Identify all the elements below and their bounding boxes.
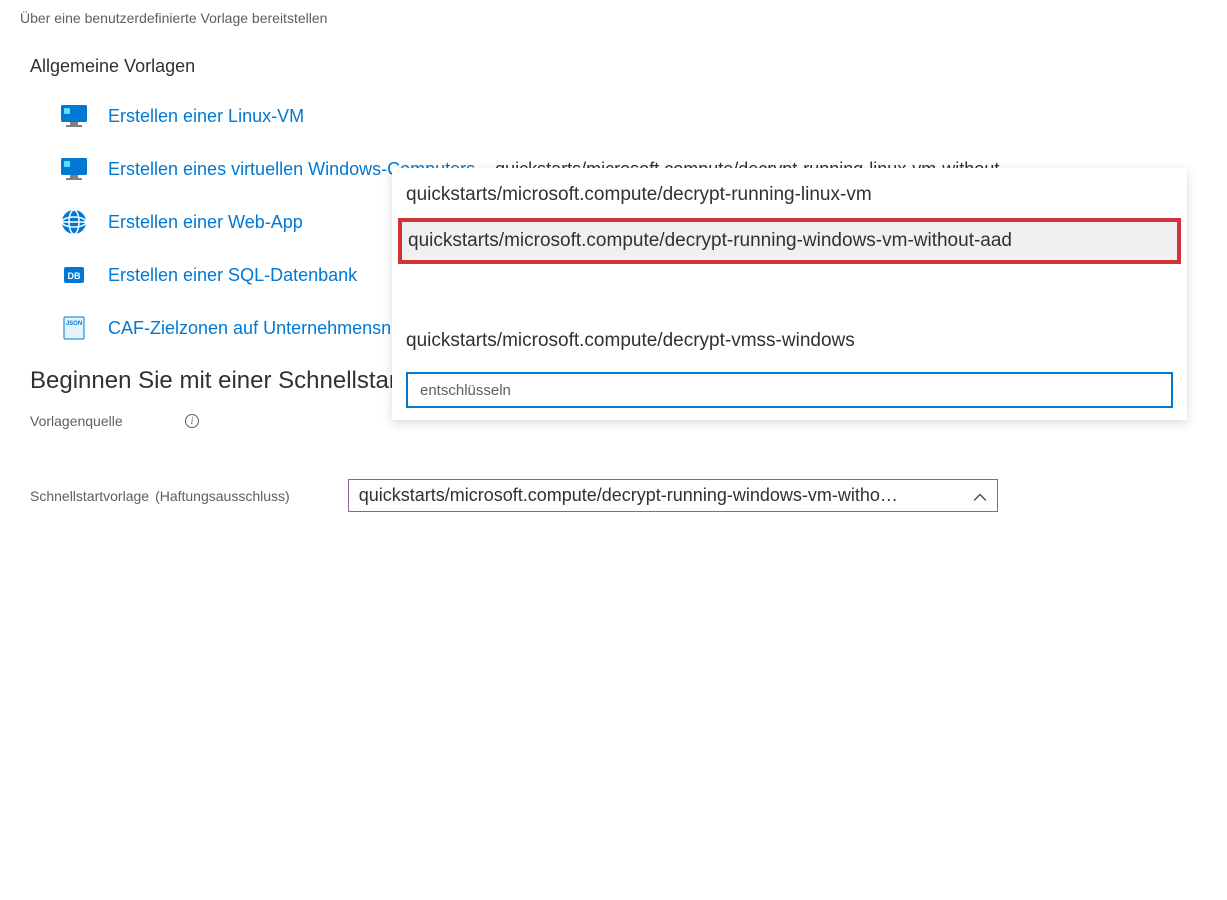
common-templates-heading: Allgemeine Vorlagen: [30, 56, 1227, 77]
template-link[interactable]: Erstellen einer Linux-VM: [108, 106, 304, 127]
page-title: Über eine benutzerdefinierte Vorlage ber…: [20, 10, 1227, 26]
dropdown-option[interactable]: quickstarts/microsoft.compute/decrypt-ru…: [392, 168, 1187, 218]
vm-windows-icon: [60, 155, 88, 183]
template-link[interactable]: Erstellen einer Web-App: [108, 212, 303, 233]
webapp-icon: [60, 208, 88, 236]
template-link[interactable]: Erstellen einer SQL-Datenbank: [108, 265, 357, 286]
dropdown-selected-value: quickstarts/microsoft.compute/decrypt-ru…: [359, 485, 898, 506]
sql-icon: DB: [60, 261, 88, 289]
disclaimer-label: (Haftungsausschluss): [155, 488, 290, 504]
info-icon[interactable]: i: [185, 414, 199, 428]
vm-linux-icon: [60, 102, 88, 130]
template-link[interactable]: CAF-Zielzonen auf Unternehmensniveau: [108, 318, 434, 339]
chevron-up-icon: [973, 485, 987, 506]
svg-text:DB: DB: [68, 271, 81, 281]
dropdown-panel: quickstarts/microsoft.compute/decrypt-ru…: [392, 168, 1187, 420]
dropdown-option[interactable]: quickstarts/microsoft.compute/decrypt-vm…: [392, 318, 1187, 364]
quickstart-template-row: Schnellstartvorlage (Haftungsausschluss)…: [30, 479, 1227, 512]
template-item-linux-vm[interactable]: Erstellen einer Linux-VM: [60, 102, 1227, 130]
dropdown-search-input[interactable]: [406, 372, 1173, 408]
quickstart-template-dropdown[interactable]: quickstarts/microsoft.compute/decrypt-ru…: [348, 479, 998, 512]
template-source-label: Vorlagenquelle: [30, 413, 185, 429]
json-icon: JSON: [60, 314, 88, 342]
svg-text:JSON: JSON: [66, 321, 82, 327]
quickstart-template-label: Schnellstartvorlage: [30, 488, 149, 504]
dropdown-option-highlighted[interactable]: quickstarts/microsoft.compute/decrypt-ru…: [398, 218, 1181, 264]
